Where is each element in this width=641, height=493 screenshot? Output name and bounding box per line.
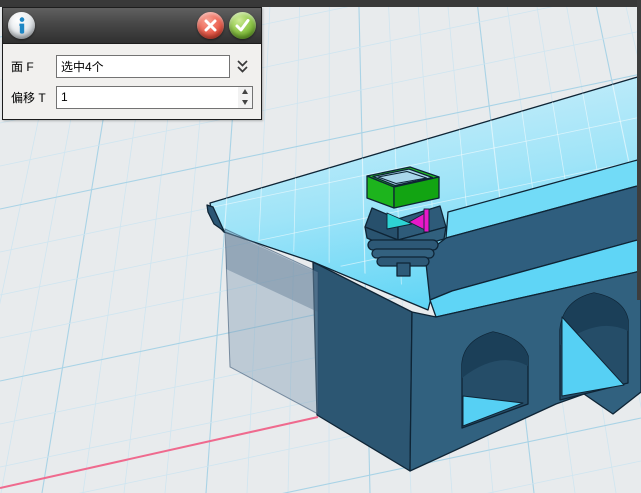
- panel-edge: [637, 0, 641, 300]
- triangle-up-icon: [242, 89, 248, 94]
- expand-selection-button[interactable]: [232, 55, 253, 77]
- offset-stepper: [56, 86, 253, 109]
- triangle-down-icon: [242, 100, 248, 105]
- x-axis-line: [0, 417, 318, 488]
- offset-field-label: 偏移 T: [11, 89, 56, 106]
- increment-button[interactable]: [238, 87, 252, 98]
- feature-command-dialog: 面 F 偏移 T: [2, 7, 262, 120]
- arch-cutout-2: [560, 293, 628, 400]
- check-mark-icon: [235, 19, 250, 32]
- info-icon[interactable]: [8, 12, 35, 39]
- stem-cylinder: [397, 263, 410, 276]
- app-top-edge: [0, 0, 641, 7]
- info-glyph: [16, 17, 28, 35]
- application-window: 面 F 偏移 T: [0, 0, 641, 493]
- face-selection-row: 面 F: [11, 54, 253, 78]
- x-mark-icon: [204, 19, 217, 32]
- stepper-buttons: [238, 87, 252, 108]
- cancel-button[interactable]: [197, 12, 224, 39]
- double-chevron-down-icon: [236, 59, 249, 74]
- offset-value-input[interactable]: [56, 86, 253, 109]
- face-selection-input[interactable]: [56, 55, 230, 78]
- decrement-button[interactable]: [238, 97, 252, 108]
- dialog-header: [3, 8, 261, 44]
- confirm-button[interactable]: [229, 12, 256, 39]
- offset-row: 偏移 T: [11, 85, 253, 109]
- dialog-body: 面 F 偏移 T: [3, 44, 261, 119]
- offset-arrow-bar[interactable]: [424, 209, 429, 232]
- face-field-label: 面 F: [11, 58, 56, 75]
